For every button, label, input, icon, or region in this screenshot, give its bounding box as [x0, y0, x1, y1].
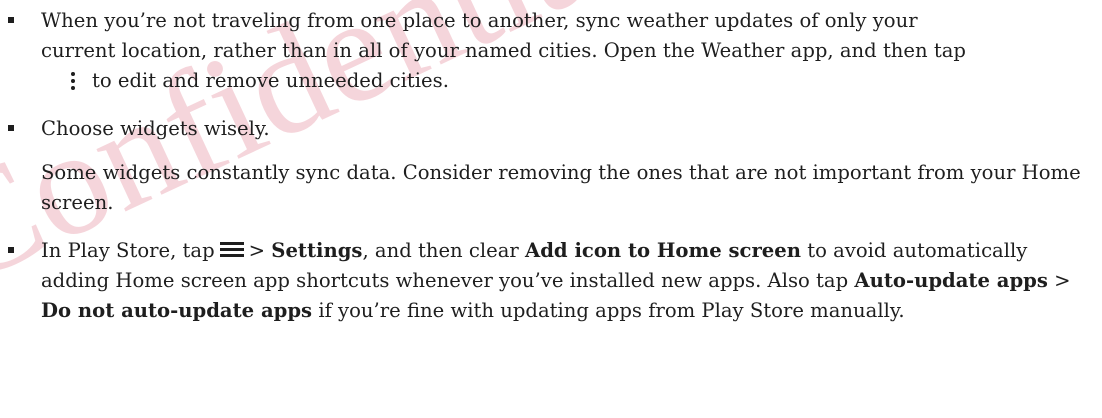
list-item: Choose widgets wisely. Some widgets cons… [0, 114, 1102, 218]
text-run: if you’re fine with updating apps from P… [318, 299, 905, 322]
add-icon-label: Add icon to Home screen [525, 239, 801, 262]
item-text: In Play Store, tap > Settings, and then c… [41, 236, 1089, 326]
separator: > [1054, 269, 1071, 292]
menu-icon [219, 242, 244, 258]
bullet-marker [8, 17, 14, 23]
list-item: In Play Store, tap > Settings, and then c… [0, 236, 1102, 326]
text-run: , and then clear [362, 239, 519, 262]
bullet-marker [8, 247, 14, 253]
item-line-with-icon: to edit and remove unneeded cities. [41, 66, 1089, 96]
bullet-marker [8, 125, 14, 131]
item-line: When you’re not traveling from one place… [41, 9, 918, 32]
item-text: Choose widgets wisely. [41, 117, 270, 140]
more-vertical-icon [68, 70, 78, 90]
text-run: In Play Store, tap [41, 239, 215, 262]
item-line: current location, rather than in all of … [41, 39, 966, 62]
list-item: When you’re not traveling from one place… [0, 6, 1102, 96]
document-body: When you’re not traveling from one place… [0, 0, 1102, 326]
item-paragraph: Some widgets constantly sync data. Consi… [41, 161, 1081, 214]
item-text: When you’re not traveling from one place… [41, 6, 1089, 96]
do-not-auto-update-label: Do not auto-update apps [41, 299, 313, 322]
auto-update-label: Auto-update apps [854, 269, 1048, 292]
item-line: to edit and remove unneeded cities. [92, 69, 449, 92]
settings-label: Settings [271, 239, 363, 262]
separator: > [248, 239, 266, 262]
